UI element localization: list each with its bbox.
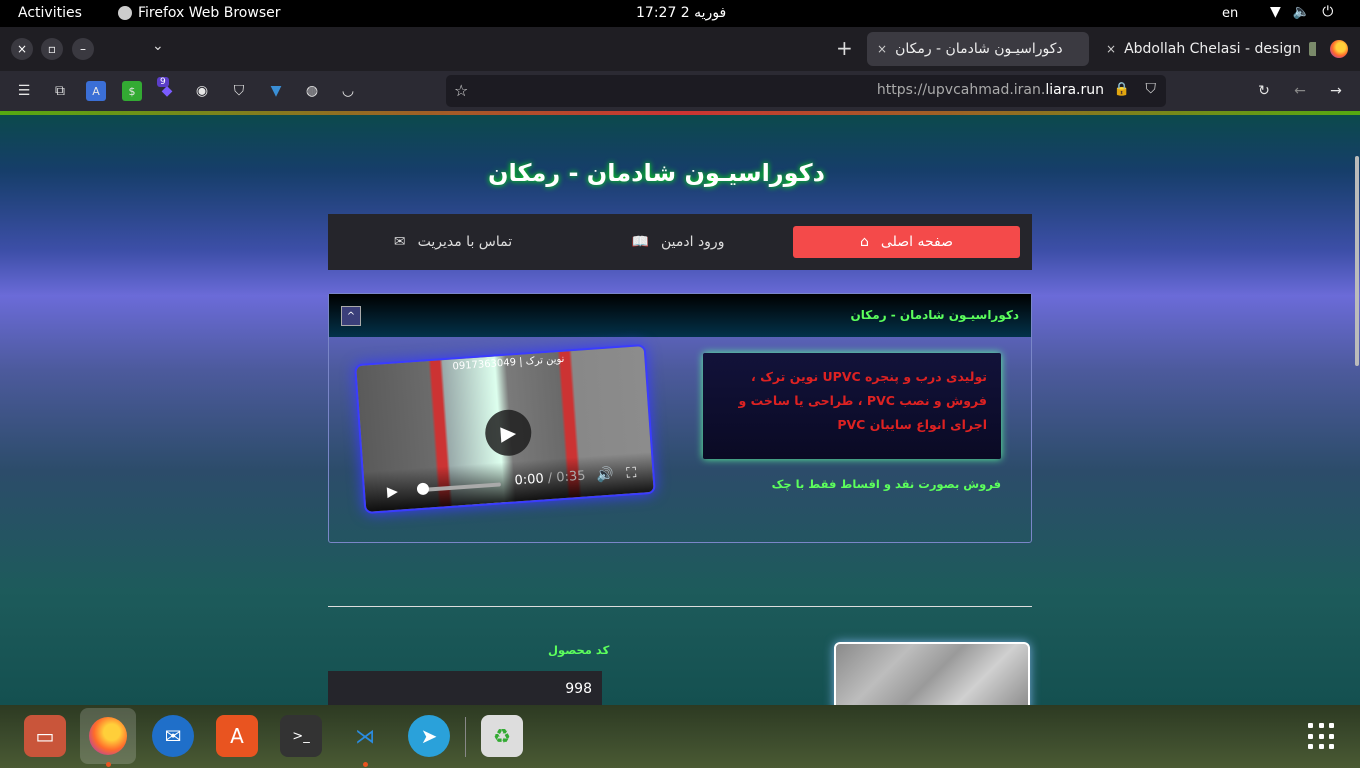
divider bbox=[328, 606, 1032, 607]
clock[interactable]: 17:27 2 فوریه bbox=[636, 5, 726, 21]
files-icon[interactable]: ▭ bbox=[24, 715, 66, 757]
tab-bar: × ▫ – ⌄ + × دکوراسیـون شادمان - رمکان × … bbox=[0, 27, 1360, 71]
terminal-icon[interactable]: >_ bbox=[280, 715, 322, 757]
tab-close-icon[interactable]: × bbox=[877, 42, 887, 56]
reload-icon[interactable]: ↻ bbox=[1254, 81, 1274, 101]
extensions-icon[interactable]: ⧉ bbox=[50, 81, 70, 101]
product-image[interactable] bbox=[834, 642, 1030, 705]
navigation-toolbar: ☰ ⧉ A $ ◆ ◉ ⛉ ▼ ◍ ◡ ☆ https://upvcahmad.… bbox=[0, 71, 1360, 111]
show-apps-icon[interactable] bbox=[1308, 723, 1336, 751]
lock-icon[interactable]: 🔒 bbox=[1114, 82, 1130, 97]
extension-badge: 9 bbox=[157, 77, 169, 87]
dock: ▭ ✉ A >_ ⋊ ➤ ♻ bbox=[0, 705, 1360, 768]
page-title: دکوراسیـون شادمان - رمکان bbox=[488, 159, 825, 187]
translate-extension-icon[interactable]: A bbox=[86, 81, 106, 101]
address-bar[interactable]: ☆ https://upvcahmad.iran.liara.run 🔒 ⛉ bbox=[446, 75, 1166, 107]
tab-active[interactable]: × دکوراسیـون شادمان - رمکان bbox=[867, 32, 1089, 66]
vpn-extension-icon[interactable]: ▼ bbox=[266, 81, 286, 101]
volume-icon[interactable]: 🔊 bbox=[596, 467, 615, 484]
intro-panel: دکوراسیـون شادمان - رمکان ^ تولیدی درب و… bbox=[328, 293, 1032, 543]
menu-hamburger-icon[interactable]: ☰ bbox=[14, 81, 34, 101]
back-icon[interactable]: ← bbox=[1290, 81, 1310, 101]
tab-title: دکوراسیـون شادمان - رمکان bbox=[895, 41, 1063, 57]
new-tab-button[interactable]: + bbox=[836, 36, 853, 60]
video-progress-track[interactable] bbox=[420, 482, 501, 492]
tab-list-chevron-icon[interactable]: ⌄ bbox=[152, 38, 164, 54]
menu-admin-login-button[interactable]: ورود ادمین 📖 bbox=[618, 226, 738, 258]
globe-extension-icon[interactable]: ◍ bbox=[302, 81, 322, 101]
money-extension-icon[interactable]: $ bbox=[122, 81, 142, 101]
site-menu: صفحه اصلی ⌂ ورود ادمین 📖 تماس با مدیریت … bbox=[328, 214, 1032, 270]
system-top-bar: Activities Firefox Web Browser 17:27 2 ف… bbox=[0, 0, 1360, 27]
app-menu[interactable]: Firefox Web Browser bbox=[118, 5, 281, 21]
panel-header: دکوراسیـون شادمان - رمکان ^ bbox=[329, 294, 1031, 337]
menu-admin-label: ورود ادمین bbox=[660, 234, 725, 250]
description-box: تولیدی درب و پنجره UPVC نوین ترک ، فروش … bbox=[703, 353, 1001, 459]
thunderbird-icon[interactable]: ✉ bbox=[152, 715, 194, 757]
trash-icon[interactable]: ♻ bbox=[481, 715, 523, 757]
dock-separator bbox=[465, 717, 466, 757]
bookmark-star-icon[interactable]: ☆ bbox=[454, 81, 468, 100]
vscode-icon[interactable]: ⋊ bbox=[344, 715, 386, 757]
tracking-protection-icon[interactable]: ⛉ bbox=[1146, 81, 1157, 97]
pocket-icon[interactable]: ◡ bbox=[338, 81, 358, 101]
firefox-dock-icon[interactable] bbox=[80, 708, 136, 764]
telegram-icon[interactable]: ➤ bbox=[408, 715, 450, 757]
power-icon: ⏻ bbox=[1322, 4, 1334, 20]
url-text[interactable]: https://upvcahmad.iran.liara.run bbox=[877, 82, 1104, 98]
wifi-icon: ▼ bbox=[1270, 4, 1281, 20]
firefox-icon bbox=[118, 6, 132, 20]
window-close-button[interactable]: × bbox=[11, 38, 33, 60]
tab-other[interactable]: × Abdollah Chelasi - design bbox=[1096, 32, 1316, 66]
video-time: 0:00 / 0:35 bbox=[514, 468, 587, 489]
tab-favicon-icon bbox=[1308, 42, 1316, 56]
book-icon: 📖 bbox=[631, 234, 649, 250]
menu-home-button[interactable]: صفحه اصلی ⌂ bbox=[793, 226, 1020, 258]
web-page: دکوراسیـون شادمان - رمکان صفحه اصلی ⌂ ور… bbox=[0, 111, 1360, 705]
panel-title: دکوراسیـون شادمان - رمکان bbox=[850, 308, 1019, 322]
video-player[interactable]: نوین ترک | 0917363049 ▶ ▶ 0:00 / 0:35 🔊 … bbox=[354, 343, 656, 515]
scrollbar[interactable] bbox=[1355, 156, 1359, 366]
app-center-icon[interactable]: A bbox=[216, 715, 258, 757]
tab-title: Abdollah Chelasi - design bbox=[1124, 41, 1301, 57]
volume-icon: 🔈 bbox=[1292, 4, 1311, 20]
running-indicator bbox=[106, 762, 111, 767]
activities-button[interactable]: Activities bbox=[18, 5, 82, 21]
header-stripe bbox=[0, 111, 1360, 115]
collapse-toggle-button[interactable]: ^ bbox=[341, 306, 361, 326]
shield-extension-icon[interactable]: ⛉ bbox=[229, 81, 249, 101]
menu-contact-button[interactable]: تماس با مدیریت ✉ bbox=[388, 226, 518, 258]
tab-close-icon[interactable]: × bbox=[1106, 42, 1116, 56]
system-tray[interactable]: ▼ 🔈 ⏻ bbox=[1270, 4, 1333, 20]
menu-home-label: صفحه اصلی bbox=[880, 234, 953, 250]
envelope-icon: ✉ bbox=[393, 234, 406, 250]
forward-icon[interactable]: → bbox=[1326, 81, 1346, 101]
fullscreen-icon[interactable]: ⛶ bbox=[626, 465, 637, 482]
home-icon: ⌂ bbox=[860, 234, 869, 250]
menu-contact-label: تماس با مدیریت bbox=[417, 234, 513, 250]
product-code-label: کد محصول bbox=[548, 643, 610, 657]
window-restore-button[interactable]: ▫ bbox=[41, 38, 63, 60]
window-minimize-button[interactable]: – bbox=[72, 38, 94, 60]
play-icon[interactable]: ▶ bbox=[387, 484, 399, 501]
running-indicator bbox=[363, 762, 368, 767]
keyboard-language[interactable]: en bbox=[1222, 6, 1238, 21]
privacy-badger-icon[interactable]: ◉ bbox=[192, 81, 212, 101]
app-name: Firefox Web Browser bbox=[138, 5, 281, 21]
sale-note: فروش بصورت نقد و اقساط فقط با چک bbox=[771, 477, 1001, 491]
firefox-view-icon[interactable] bbox=[1330, 40, 1348, 58]
product-code-field[interactable]: 998 bbox=[328, 671, 602, 705]
video-progress-knob[interactable] bbox=[416, 482, 430, 496]
